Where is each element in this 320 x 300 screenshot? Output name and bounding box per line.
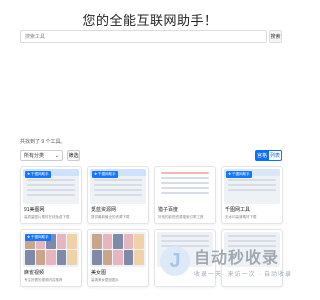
card-badge: ❖ 千图网助手 [25,234,51,241]
card-thumbnail [90,232,146,267]
card-description: 高质量图片素材在线免费下载 [24,215,70,219]
search-input[interactable] [20,30,267,43]
list-view-button[interactable]: 列表 [268,150,282,161]
search-button[interactable]: 搜索 [269,30,282,43]
filter-button[interactable]: 筛选 [67,150,80,161]
card-description: 高清美女壁纸图片 [91,278,119,282]
card-badge: ❖ 千图网助手 [25,171,51,178]
tool-card[interactable]: ❖ 千图网助手 麻雀视频 专注好看的视频内容推荐 [20,229,82,287]
card-description: 好用的影视资源搜索引擎工具 [158,215,204,219]
watermark-subtitle: 收录一天· 来访一次 · 自动收录 [194,272,292,278]
grid-view-button[interactable]: 宫格 [255,150,269,161]
card-title: 美女图 [91,270,107,276]
card-title: 千图网工具 [225,207,251,213]
category-select-value: 所有分类 [24,153,45,159]
card-thumbnail: ❖ 千图网助手 [23,169,79,204]
card-description: 专注好看的视频内容推荐 [24,278,63,282]
tool-card[interactable]: 猎子百度 好用的影视资源搜索引擎工具 [154,166,216,224]
card-badge: ❖ 千图网助手 [226,171,252,178]
category-select[interactable]: 所有分类 ⌄ [20,150,63,161]
card-thumbnail: ❖ 千图网助手 [224,169,280,204]
card-title: 觅蓝资源网 [91,207,117,213]
watermark-logo: J 自动秒收录 收录一天· 来访一次 · 自动收录 [160,244,292,278]
tool-card[interactable]: ❖ 千图网助手 千图网工具 无水印高清素材下载 [221,166,283,224]
watermark-icon: J [160,246,190,276]
chevron-down-icon: ⌄ [54,152,59,159]
card-thumbnail: ❖ 千图网助手 [23,232,79,267]
filter-bar: 所有分类 ⌄ 筛选 宫格 列表 [20,150,282,161]
search-bar: 搜索 [20,30,282,43]
result-count: 共找到了 9 个工具。 [20,139,66,145]
card-thumbnail [157,169,213,204]
tool-card[interactable]: ❖ 千图网助手 91美图网 高质量图片素材在线免费下载 [20,166,82,224]
card-thumbnail: ❖ 千图网助手 [90,169,146,204]
card-title: 猎子百度 [158,207,179,213]
page-title: 您的全能互联网助手！ [82,13,218,28]
card-description: 提供最新最全的资源下载 [91,215,130,219]
tool-card[interactable]: 美女图 高清美女壁纸图片 [87,229,149,287]
tool-card[interactable]: ❖ 千图网助手 觅蓝资源网 提供最新最全的资源下载 [87,166,149,224]
card-title: 91美图网 [24,207,45,213]
card-title: 麻雀视频 [24,270,45,276]
watermark-title: 自动秒收录 [194,250,280,267]
card-description: 无水印高清素材下载 [225,215,257,219]
card-badge: ❖ 千图网助手 [92,171,118,178]
